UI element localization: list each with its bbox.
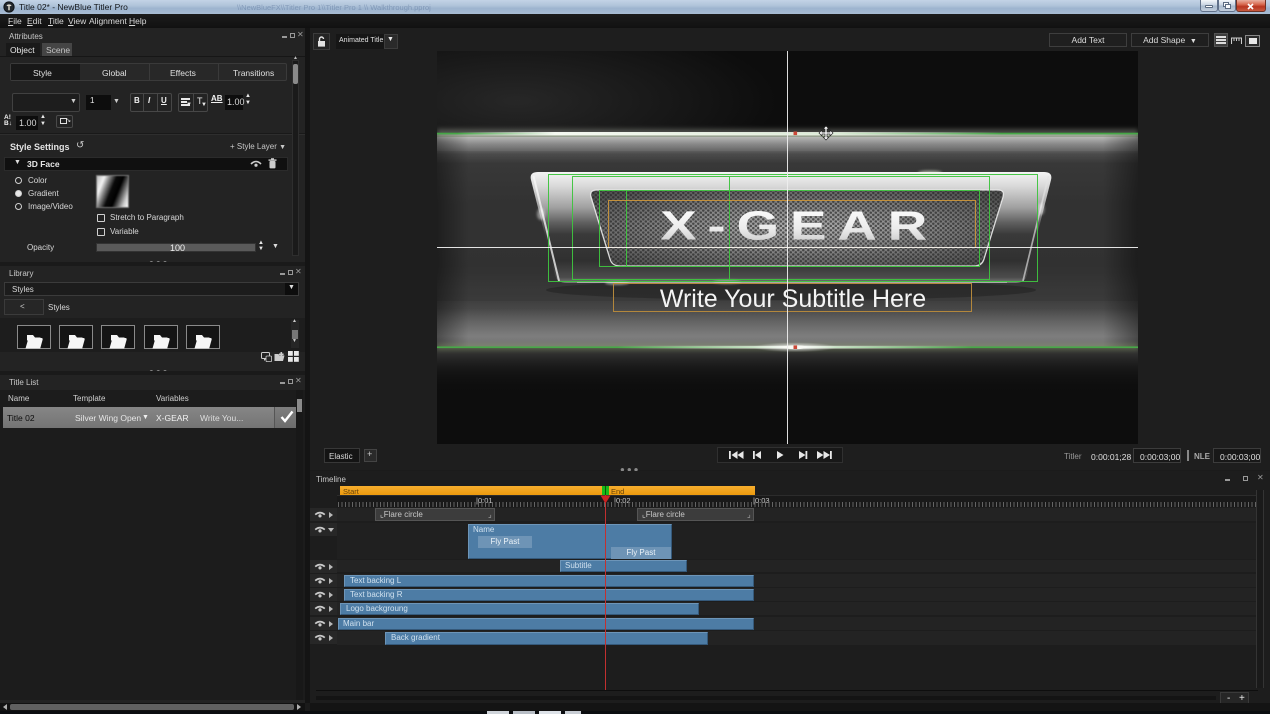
svg-text:X-GEAR: X-GEAR: [660, 203, 938, 249]
svg-text:Write Your Subtitle Here: Write Your Subtitle Here: [660, 285, 926, 313]
